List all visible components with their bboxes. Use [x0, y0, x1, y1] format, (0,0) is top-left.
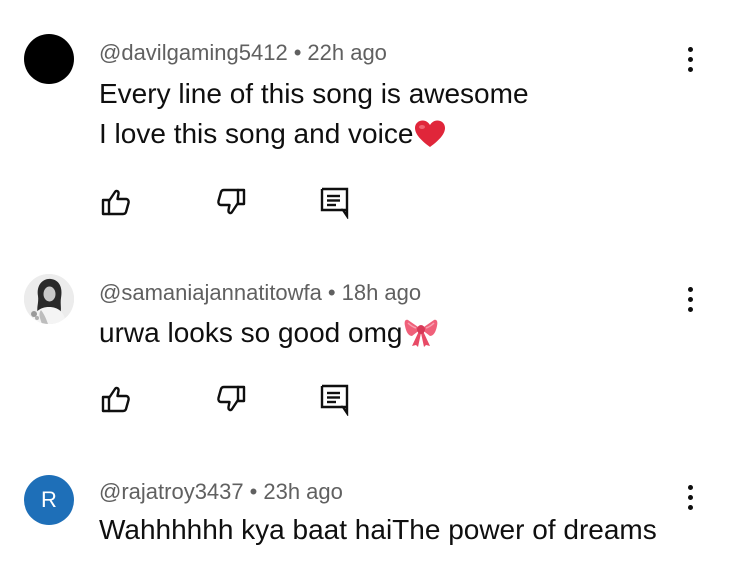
comment-time[interactable]: 22h ago: [307, 40, 387, 65]
comment-line: Wahhhhhh kya baat haiThe power of dreams: [99, 514, 657, 545]
avatar[interactable]: [24, 34, 74, 84]
reply-icon[interactable]: [318, 185, 352, 219]
comment-author[interactable]: @rajatroy3437: [99, 479, 244, 504]
ribbon-emoji: [404, 317, 438, 358]
like-icon[interactable]: [99, 382, 133, 416]
heart-emoji: [414, 119, 446, 159]
avatar[interactable]: [24, 274, 74, 324]
comment-line: Every line of this song is awesome: [99, 78, 529, 109]
comment-author[interactable]: @samaniajannatitowfa: [99, 280, 322, 305]
comment-time[interactable]: 18h ago: [342, 280, 422, 305]
comment-text: urwa looks so good omg: [99, 313, 438, 358]
comment-text: Wahhhhhh kya baat haiThe power of dreams: [99, 510, 657, 550]
comment-line: urwa looks so good omg: [99, 313, 438, 358]
dislike-icon[interactable]: [214, 185, 248, 219]
reply-icon[interactable]: [318, 382, 352, 416]
comment-time[interactable]: 23h ago: [263, 479, 343, 504]
comment-line: I love this song and voice: [99, 114, 529, 159]
comment-meta: @davilgaming5412 • 22h ago: [99, 40, 387, 66]
more-options-icon[interactable]: [676, 279, 704, 319]
comment-text: Every line of this song is awesome I lov…: [99, 74, 529, 159]
avatar-letter: R: [41, 487, 57, 512]
meta-separator: •: [249, 479, 258, 504]
comment-meta: @samaniajannatitowfa • 18h ago: [99, 280, 421, 306]
avatar[interactable]: R: [24, 475, 74, 525]
dislike-icon[interactable]: [214, 382, 248, 416]
comment-meta: @rajatroy3437 • 23h ago: [99, 479, 343, 505]
comment-author[interactable]: @davilgaming5412: [99, 40, 288, 65]
more-options-icon[interactable]: [676, 477, 704, 517]
meta-separator: •: [327, 280, 336, 305]
meta-separator: •: [293, 40, 302, 65]
more-options-icon[interactable]: [676, 39, 704, 79]
like-icon[interactable]: [99, 185, 133, 219]
